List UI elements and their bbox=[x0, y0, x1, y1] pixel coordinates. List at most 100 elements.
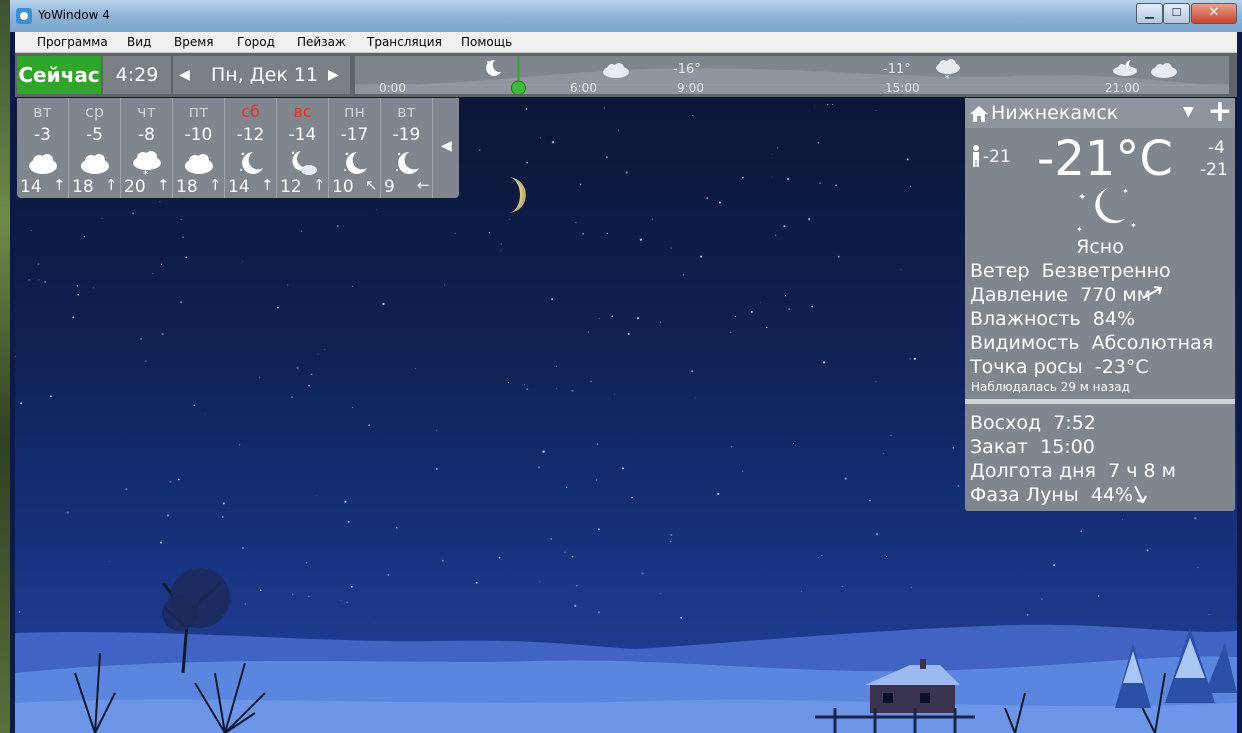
forecast-strip: вт -3 14 ↑ ср -5 18 ↑ чт -8 * 20 ↑ пт -1… bbox=[17, 98, 459, 198]
date-next-icon[interactable]: ▶ bbox=[328, 56, 339, 94]
detail-pressure: Давление 770 мм bbox=[970, 284, 1151, 306]
menu-bar: Программа Вид Время Город Пейзаж Трансля… bbox=[15, 32, 1237, 53]
day-wind: 10 bbox=[332, 177, 354, 197]
svg-text:*: * bbox=[945, 74, 950, 82]
cloud-icon bbox=[185, 154, 213, 174]
detail-wind: Ветер Безветренно bbox=[970, 260, 1171, 282]
title-bar[interactable]: YoWindow 4 ▁ ☐ ✕ bbox=[10, 0, 1242, 32]
close-button[interactable]: ✕ bbox=[1191, 3, 1237, 24]
day-name: вт bbox=[33, 102, 52, 121]
moon-cloud-icon bbox=[291, 151, 317, 175]
forecast-day[interactable]: чт -8 * 20 ↑ bbox=[121, 98, 173, 198]
detail-humidity: Влажность 84% bbox=[970, 308, 1135, 330]
day-wind: 9 bbox=[384, 177, 395, 197]
date-label: Пн, Дек 11 bbox=[211, 64, 319, 86]
day-timeline[interactable]: 0:00 6:00 9:00 15:00 21:00 -16° -11° * bbox=[355, 56, 1229, 95]
detail-value: Безветренно bbox=[1041, 260, 1171, 282]
astro-moon-phase: Фаза Луны 44% bbox=[970, 484, 1133, 506]
astro-day-length: Долгота дня 7 ч 8 м bbox=[970, 460, 1176, 482]
day-temp: -17 bbox=[340, 125, 369, 145]
astro-value: 7:52 bbox=[1053, 412, 1096, 434]
detail-label: Видимость bbox=[970, 332, 1080, 354]
chevron-down-icon[interactable]: ▼ bbox=[1183, 104, 1194, 120]
detail-label: Влажность bbox=[970, 308, 1081, 330]
detail-label: Ветер bbox=[970, 260, 1030, 282]
day-wind: 20 bbox=[124, 177, 146, 197]
moon-icon bbox=[486, 59, 501, 76]
condition-text: Ясно bbox=[1076, 236, 1124, 258]
cloud-icon bbox=[29, 154, 57, 174]
forecast-day[interactable]: сб -12 14 ↑ bbox=[225, 98, 277, 198]
wind-arrow-icon: ↑ bbox=[209, 176, 222, 194]
menu-item-help[interactable]: Помощь bbox=[461, 35, 512, 49]
detail-label: Давление bbox=[970, 284, 1068, 306]
wind-arrow-icon: ↖ bbox=[365, 176, 378, 194]
svg-text:✦: ✦ bbox=[1078, 192, 1086, 203]
timeline-hour-label: 15:00 bbox=[885, 81, 920, 95]
menu-item-landscape[interactable]: Пейзаж bbox=[297, 35, 346, 49]
day-temp: -10 bbox=[184, 125, 213, 145]
astro-label: Восход bbox=[970, 412, 1042, 434]
svg-text:✦: ✦ bbox=[1076, 225, 1083, 234]
max-temp: -4 bbox=[1208, 138, 1225, 158]
forecast-day[interactable]: пн -17 10 ↖ bbox=[329, 98, 381, 198]
city-name[interactable]: Нижнекамск bbox=[991, 102, 1118, 124]
day-name: пт bbox=[188, 102, 209, 121]
detail-value: -23°C bbox=[1094, 356, 1149, 378]
wind-arrow-icon: ← bbox=[417, 176, 430, 194]
astro-label: Фаза Луны bbox=[970, 484, 1079, 506]
timeline-cursor[interactable] bbox=[510, 56, 526, 94]
city-selector[interactable]: Нижнекамск ▼ + bbox=[965, 97, 1235, 128]
minimize-button[interactable]: ▁ bbox=[1136, 3, 1163, 24]
day-temp: -5 bbox=[86, 125, 103, 145]
min-temp: -21 bbox=[1200, 160, 1228, 180]
astro-value: 15:00 bbox=[1040, 436, 1095, 458]
astro-label: Долгота дня bbox=[970, 460, 1096, 482]
pressure-trend-icon bbox=[1142, 286, 1163, 299]
timeline-hour-label: 6:00 bbox=[570, 81, 597, 95]
menu-item-program[interactable]: Программа bbox=[37, 35, 108, 49]
menu-item-time[interactable]: Время bbox=[174, 35, 214, 49]
day-name: пн bbox=[344, 102, 365, 121]
forecast-day[interactable]: пт -10 18 ↑ bbox=[173, 98, 225, 198]
timeline-hour-label: 0:00 bbox=[379, 81, 406, 95]
add-city-button[interactable]: + bbox=[1205, 97, 1235, 128]
menu-item-city[interactable]: Город bbox=[237, 35, 275, 49]
detail-value: 84% bbox=[1092, 308, 1136, 330]
wind-arrow-icon: ↑ bbox=[53, 176, 66, 194]
detail-label: Точка росы bbox=[970, 356, 1083, 378]
forecast-day[interactable]: ср -5 18 ↑ bbox=[69, 98, 121, 198]
menu-item-broadcast[interactable]: Трансляция bbox=[367, 35, 442, 49]
astro-label: Закат bbox=[970, 436, 1029, 458]
day-wind: 18 bbox=[72, 177, 94, 197]
wind-arrow-icon: ↑ bbox=[261, 176, 274, 194]
svg-text:✦: ✦ bbox=[1130, 221, 1137, 230]
person-icon bbox=[973, 145, 979, 167]
moon-icon bbox=[396, 152, 419, 174]
astro-sunset: Закат 15:00 bbox=[970, 436, 1095, 458]
day-name: вт bbox=[397, 102, 416, 121]
date-prev-icon[interactable]: ◀ bbox=[179, 56, 190, 94]
day-temp: -3 bbox=[34, 125, 51, 145]
top-bar: Сейчас 4:29 ◀ Пн, Дек 11 ▶ 0:00 6:00 9:0… bbox=[15, 53, 1237, 97]
forecast-collapse-icon[interactable]: ◀ bbox=[441, 138, 452, 154]
forecast-day[interactable]: вт -3 14 ↑ bbox=[17, 98, 69, 198]
app-window: YoWindow 4 ▁ ☐ ✕ Программа Вид Время Гор… bbox=[10, 0, 1242, 733]
now-button[interactable]: Сейчас bbox=[17, 56, 101, 94]
detail-visibility: Видимость Абсолютная bbox=[970, 332, 1213, 354]
day-temp: -8 bbox=[138, 125, 155, 145]
menu-item-view[interactable]: Вид bbox=[127, 35, 151, 49]
cloud-icon bbox=[81, 154, 109, 174]
wind-arrow-icon: ↑ bbox=[157, 176, 170, 194]
home-icon[interactable] bbox=[969, 104, 989, 124]
day-name: ср bbox=[85, 102, 104, 121]
astro-value: 7 ч 8 м bbox=[1108, 460, 1176, 482]
forecast-day[interactable]: вс -14 12 ↑ bbox=[277, 98, 329, 198]
forecast-day[interactable]: вт -19 9 ← bbox=[381, 98, 433, 198]
detail-dew-point: Точка росы -23°C bbox=[970, 356, 1149, 378]
wind-arrow-icon: ↑ bbox=[313, 176, 326, 194]
clear-night-icon: ✦ ✦ ✦ ✦ bbox=[1076, 187, 1137, 234]
timeline-temp-label: -16° bbox=[673, 62, 701, 77]
maximize-button[interactable]: ☐ bbox=[1163, 3, 1190, 24]
current-weather-panel: Нижнекамск ▼ + -21 -21°C -4 -21 ✦ ✦ ✦ ✦ … bbox=[965, 97, 1235, 511]
